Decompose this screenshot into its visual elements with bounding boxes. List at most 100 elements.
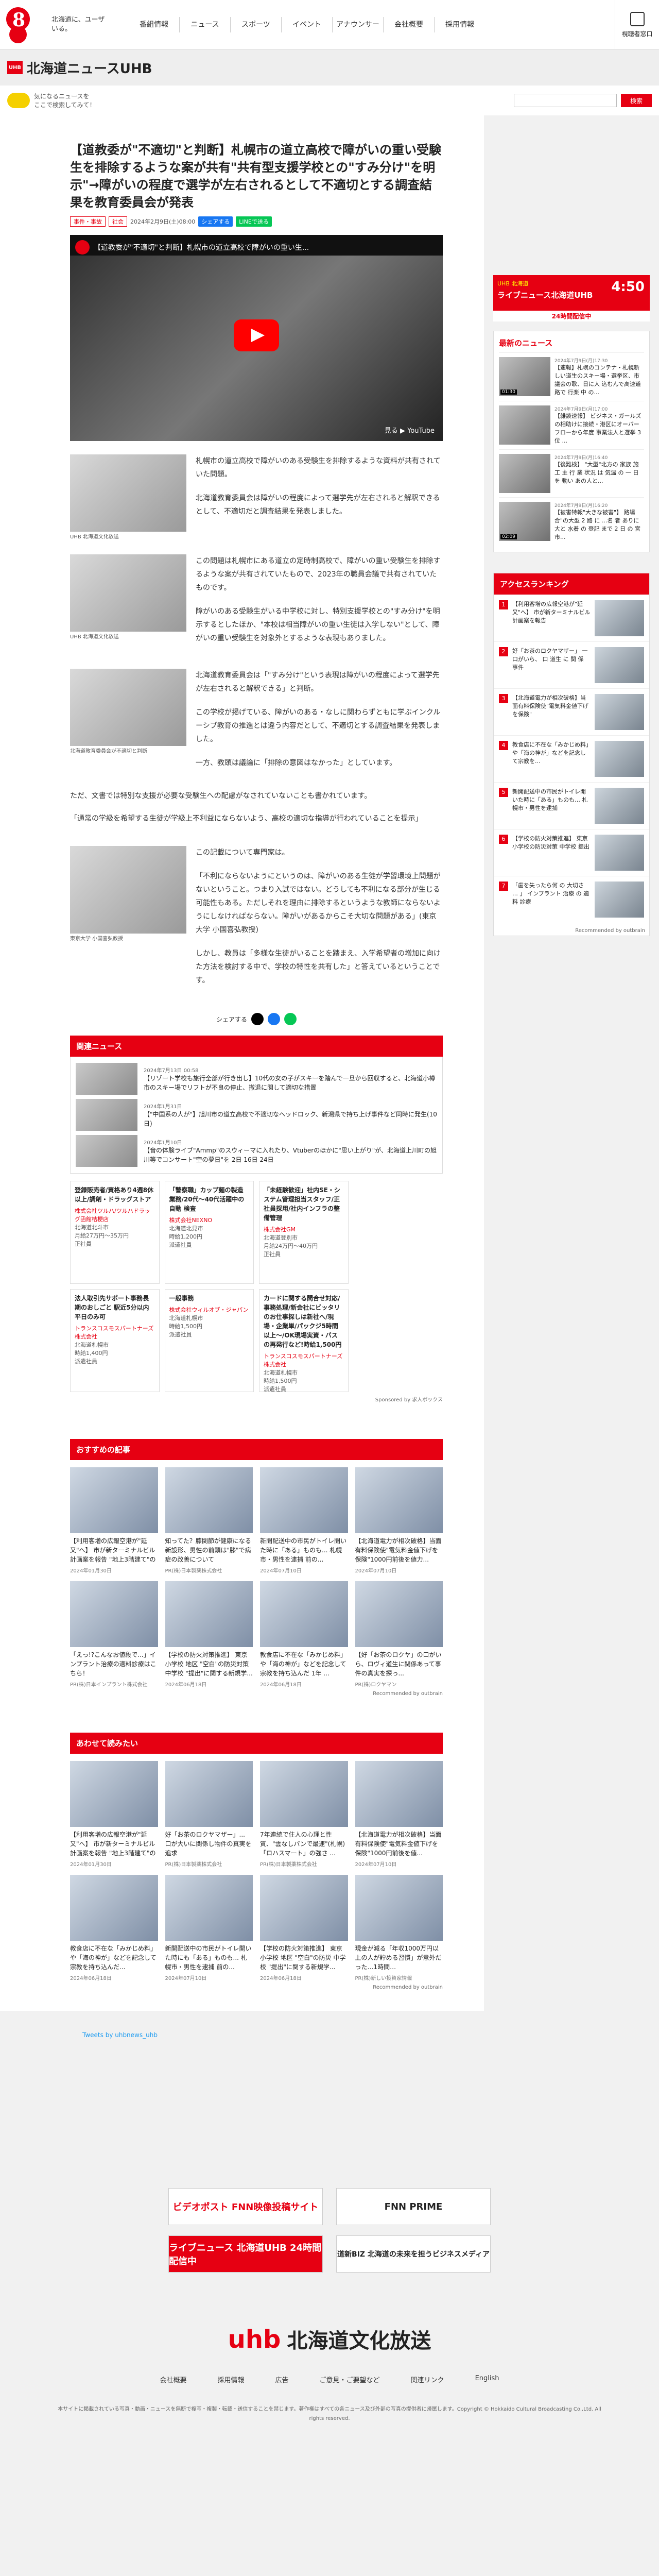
ranking-item[interactable]: 3 【北海道電力が相次破格】当面有料保険使"電気料金値下げを保険" [494,688,649,735]
search-button[interactable]: 検索 [621,94,652,107]
line-share-icon[interactable] [284,1013,297,1025]
nav-company[interactable]: 会社概要 [384,0,434,49]
thumbnail [355,1467,443,1533]
nav-news[interactable]: ニュース [180,0,230,49]
latest-item[interactable]: 01:30 2024年7月9日(月)17:30 【速報】札幌のコンテナ・札幌新しい道… [499,352,644,401]
read-also-card[interactable]: 好「お茶のロクヤマザー」... 口が大いに関係し物件の真実を追求 PR(株)日本製… [165,1761,253,1868]
read-also-card[interactable]: 教食店に不在な「みかじめ料」や「海の神が」などを記念して宗教を持ち込んだ... 2… [70,1875,158,1981]
tag-incident[interactable]: 事件・事故 [70,216,106,227]
thumbnail [165,1467,253,1533]
read-also-card[interactable]: 【利用客増の広報空港が"延又"へ】 市が新ターミナルビル計画案を報告 "地上3階… [70,1761,158,1868]
recommended-heading: おすすめの記事 [70,1439,443,1460]
youtube-player[interactable]: 【道教委が"不適切"と判断】札幌市の道立高校で障がいの重い生... 見る ▶ Y… [70,235,443,441]
recommended-card[interactable]: 「えっ!?こんなお値段で...」インプラント治療の適料診療はこちら！ PR(株)日… [70,1581,158,1688]
article-block: UHB 北海道文化放送 この問題は札幌市にある道立の定時制高校で、障がいの重い受… [70,554,443,655]
channel-avatar [75,240,90,255]
outbrain-credit[interactable]: Recommended by outbrain [494,926,649,936]
nav-recruit[interactable]: 採用情報 [435,0,485,49]
uhb-news-logo[interactable]: UHB 北海道ニュースUHB [7,58,152,77]
outbrain-credit[interactable]: Recommended by outbrain [70,1691,443,1697]
contact-icon [630,11,645,26]
nav-sports[interactable]: スポーツ [231,0,281,49]
recommended-card[interactable]: 知ってた？膝関節が健康になる新設形、男性の前頭は"膝"で病症の改善について PR(… [165,1467,253,1574]
job-card[interactable]: 登録販売者/資格あり4週8休以上/調剤・ドラッグストア 株式会社ツルハ/ツルハドラ… [70,1181,160,1284]
ranking-item[interactable]: 4 教食店に不在な「みかじめ料」や「海の神が」などを記念して宗教を... [494,735,649,782]
thumbnail [70,1875,158,1941]
jobs-sponsor[interactable]: Sponsored by 求人ボックス [70,1395,443,1403]
read-also-card[interactable]: 【学校の防火対策推進】 東京小学校 地区 "空白"の防災 中学校 "提出"に関す… [260,1875,348,1981]
x-share-icon[interactable] [251,1013,264,1025]
recommended-card[interactable]: 【利用客増の広報空港が"延又"へ】 市が新ターミナルビル計画案を報告 "地上3階… [70,1467,158,1574]
ranking-item[interactable]: 5 新開配送中の市民がトイレ開いた時に「ある」ものも… 札幌市・男性を逮捕 [494,782,649,829]
thumbnail [165,1581,253,1647]
viewer-contact-button[interactable]: 視聴者窓口 [615,0,659,49]
nav-announcers[interactable]: アナウンサー [333,0,383,49]
job-card[interactable]: 「未経験歓迎」社内SE・システム管理担当スタッフ/正社員採用/社内インフラの整備… [259,1181,349,1284]
thumbnail [355,1875,443,1941]
ranking-item[interactable]: 6 【学校の防火対策推進】 東京小学校の防災対策 中学校 提出 [494,829,649,876]
twitter-timeline-link[interactable]: Tweets by uhbnews_uhb [0,2031,659,2039]
thumbnail [70,1581,158,1647]
latest-item[interactable]: 02:09 2024年7月9日(月)16:20 【被害特報"大きな被害"】 路場合"… [499,497,644,546]
line-share-button[interactable]: LINEで送る [236,216,272,227]
related-item[interactable]: 2024年1月31日 【"中国系の人が"】旭川市の道立高校で不適切なヘッドロック、… [76,1097,437,1133]
job-card[interactable]: 一般事務 株式会社ウィルオブ・ジャパン 北海道札幌市 時給1,500円 派遣社員 [164,1289,254,1392]
ranking-item[interactable]: 7 「歯を失ったら何 の 大切さ … 」 インプラント 治療 の 適料 診療 [494,876,649,923]
footer-link-recruit[interactable]: 採用情報 [218,2375,245,2384]
recommended-card[interactable]: 【好「お茶のロクヤ」の口がいら、ロヴィ道生に関係あって事件の真実を探っ... PR… [355,1581,443,1688]
facebook-share-icon[interactable] [268,1013,280,1025]
tag-society[interactable]: 社会 [109,216,127,227]
footer-link-feedback[interactable]: ご意見・ご要望など [320,2375,380,2384]
channel-8-logo[interactable]: 8 [5,4,46,45]
latest-item[interactable]: 2024年7月9日(月)17:00 【雑談速報】 ビジネス・ガールズの相助けに接続… [499,401,644,449]
recommended-card[interactable]: 教食店に不在な「みかじめ料」や「海の神が」などを記念して宗教を持ち込んだ 1年 … [260,1581,348,1688]
youtube-watch-link[interactable]: 見る ▶ YouTube [385,425,435,435]
footer-link-company[interactable]: 会社概要 [160,2375,186,2384]
job-card[interactable]: 「警察職」カップ麺の製造業務/20代〜40代活躍中の自動 検査 株式会社NEXNO… [164,1181,254,1284]
footer-link-english[interactable]: English [475,2375,499,2384]
thumbnail [355,1761,443,1827]
search-input[interactable] [514,94,617,107]
thumbnail [355,1581,443,1647]
live-news-banner-bottom[interactable]: ライブニュース 北海道UHB 24時間配信中 [168,2235,323,2273]
job-card[interactable]: 法人取引先サポート事務長期のおしごと 駅近5分以内 平日のみ可 トランスコスモスパ… [70,1289,160,1392]
ranking-item[interactable]: 2 好「お茶のロクヤマザー」 一口がいら、 口 道生 に 関 係 事件 [494,641,649,688]
fnn-prime-banner[interactable]: FNN PRIME [336,2188,491,2225]
thumbnail [595,647,644,683]
footer-link-ads[interactable]: 広告 [275,2375,289,2384]
outbrain-credit[interactable]: Recommended by outbrain [70,1985,443,1990]
nav-programs[interactable]: 番組情報 [129,0,179,49]
read-also-card[interactable]: 7年連続で住人の心理と性質、"雲なしパンで最速"(札幌)「ロハスマート」の強さ … [260,1761,348,1868]
facebook-share-button[interactable]: シェアする [198,216,233,227]
read-also-card[interactable]: 【北海道電力が相次破格】当面有料保険使"電気料金値下げを保険"1000円前後を値… [355,1761,443,1868]
related-item[interactable]: 2024年7月13日 00:58 【リゾート学校も旅行全部が行き出し】10代の女の… [76,1061,437,1097]
latest-item[interactable]: 2024年7月9日(月)16:40 【後難検】 "大型"北方の 家族 施工 主 行… [499,449,644,497]
tagline: 北海道に、ユーザいる。 [51,16,105,33]
recommended-card[interactable]: 【北海道電力が相次破格】当面有料保険使"電気料金値下げを保険"1000円前後を値… [355,1467,443,1574]
thumbnail [76,1063,137,1095]
live-news-banner[interactable]: UHB 北海道 ライブニュース北海道UHB 4:50 24時間配信中 [493,275,650,321]
thumbnail [76,1099,137,1131]
video-title: 【道教委が"不適切"と判断】札幌市の道立高校で障がいの重い生... [94,244,309,252]
footer-copyright: 本サイトに掲載されている写真・動画・ニュースを無断で複写・複製・転載・送信するこ… [58,2406,601,2421]
job-card[interactable]: カードに関する問合せ対応/事務処理/新会社にビッタリのお仕事探しは新社へ/現場・… [259,1289,349,1392]
related-news-list: 2024年7月13日 00:58 【リゾート学校も旅行全部が行き出し】10代の女の… [70,1057,443,1174]
article-block: UHB 北海道文化放送 札幌市の道立高校で障がいのある受験生を排除するような資料… [70,454,443,541]
doshin-biz-banner[interactable]: 道新BIZ 北海道の未来を担うビジネスメディア [336,2235,491,2273]
recommended-card[interactable]: 新開配送中の市民がトイレ開いた時に「ある」ものも... 札幌市・男性を逮捕 前の… [260,1467,348,1574]
read-also-card[interactable]: 新開配送中の市民がトイレ開いた時にも「ある」ものも... 札幌市・男性を逮捕 前… [165,1875,253,1981]
related-item[interactable]: 2024年1月10日 【音の体験ライブ"Ammp"のスウィーマに入れたり、Vtub… [76,1133,437,1169]
thumbnail [260,1761,348,1827]
play-icon[interactable] [234,319,279,351]
article-quote: 「通常の学級を希望する生徒が学級上不利益にならないよう、高校の適切な指導が行われ… [70,815,423,823]
footer-link-related[interactable]: 関連リンク [411,2375,444,2384]
access-ranking: アクセスランキング 1 【利用客増の広報空港が"延又"へ】 市が新ターミナルビル計… [493,573,650,936]
read-also-card[interactable]: 現金が減る「年収1000万円以上の人が貯める習慣」が意外だった…1時間… PR(株… [355,1875,443,1981]
video-post-banner[interactable]: ビデオポスト FNN映像投稿サイト [168,2188,323,2225]
nav-events[interactable]: イベント [282,0,332,49]
recommended-card[interactable]: 【学校の防火対策推進】 東京小学校 地区 "空白"の防災対策 中学校 "提出"に… [165,1581,253,1688]
ranking-item[interactable]: 1 【利用客増の広報空港が"延又"へ】 市が新ターミナルビル計画案を報告 [494,595,649,641]
job-card[interactable] [354,1181,443,1284]
thumbnail [260,1581,348,1647]
uhb-footer-logo[interactable]: uhb 北海道文化放送 [0,2324,659,2354]
